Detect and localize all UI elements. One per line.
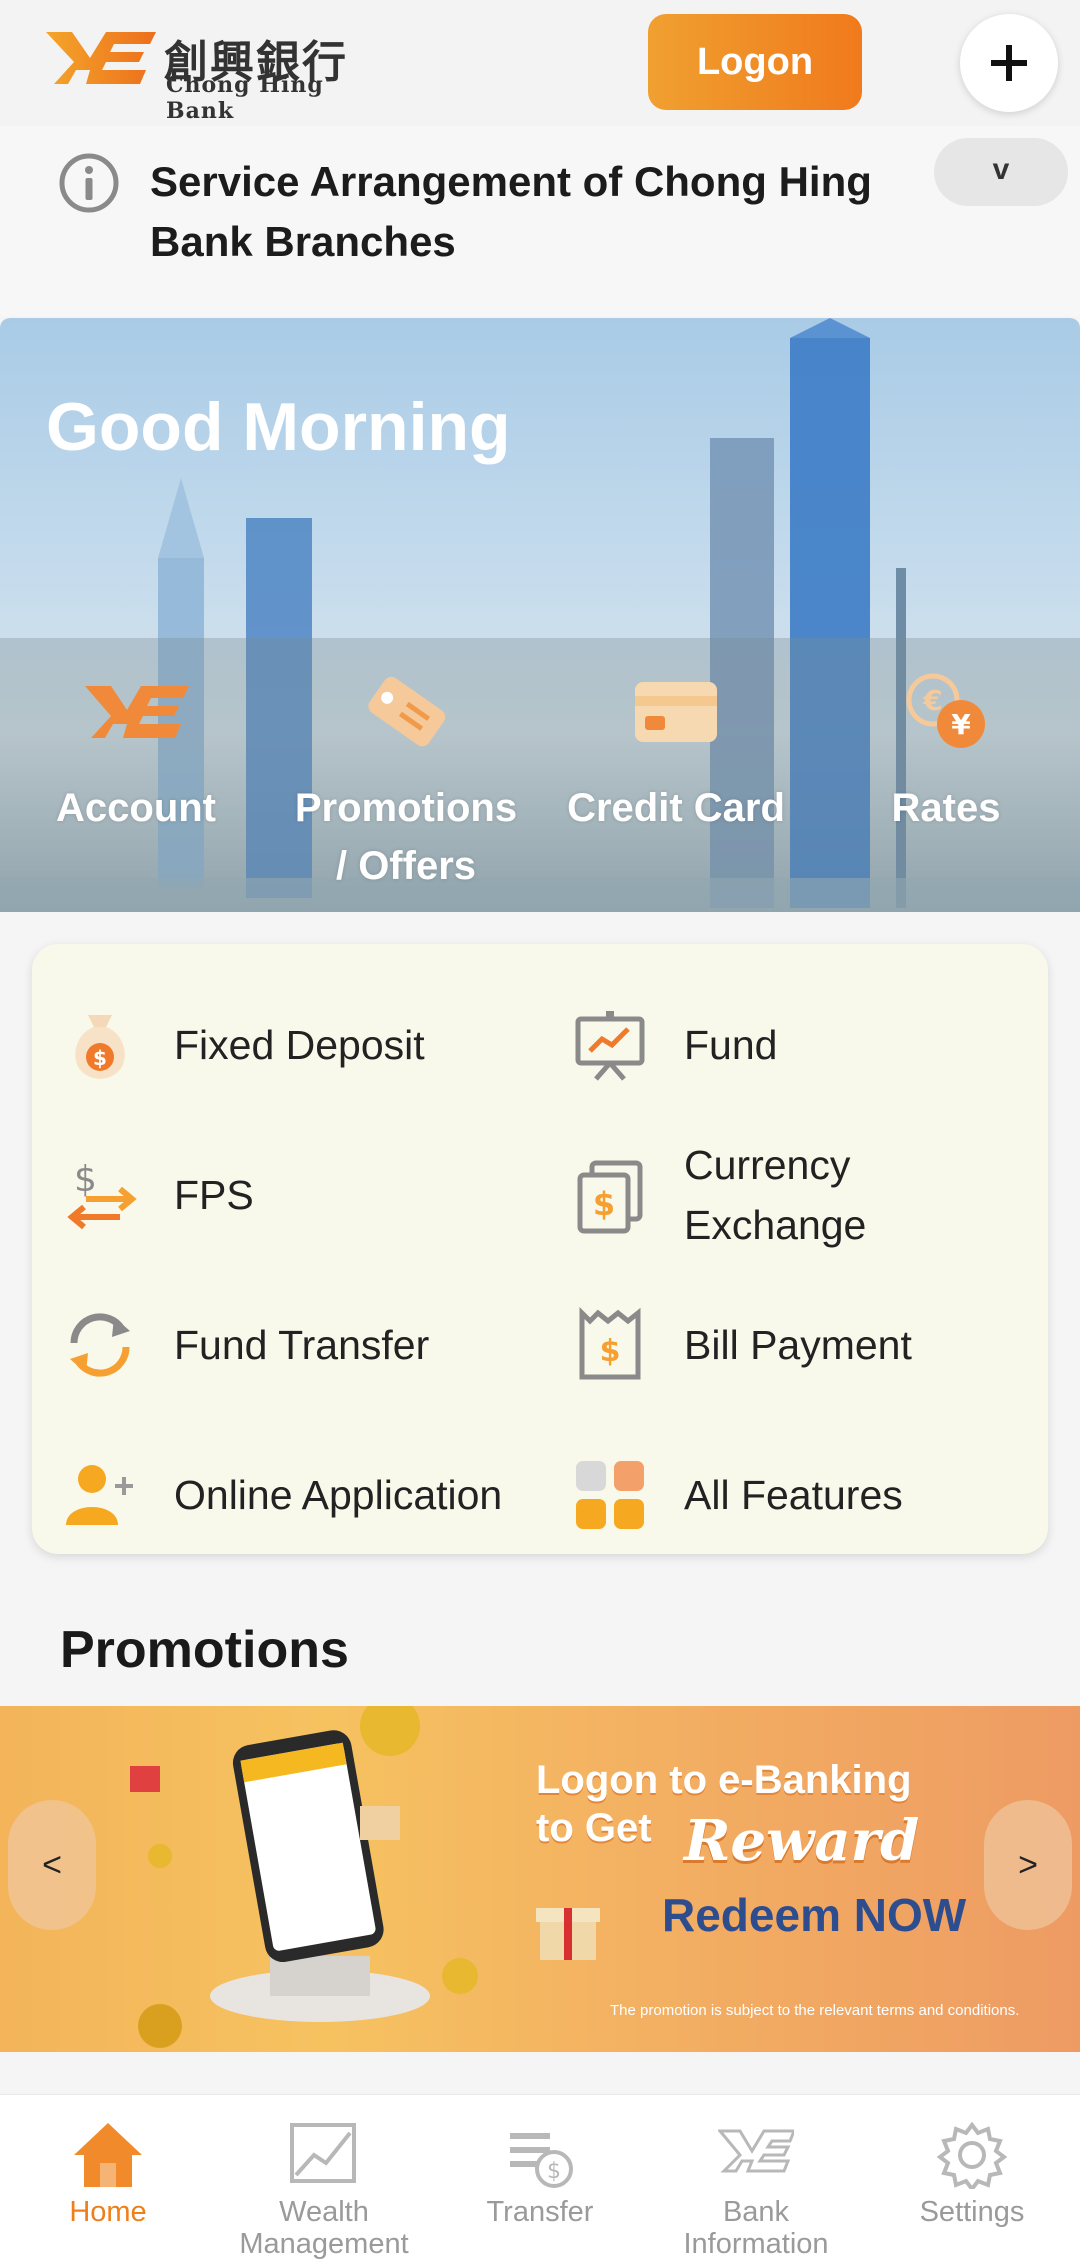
quick-link-label: Credit Card [567, 786, 785, 830]
svg-text:$: $ [74, 1159, 97, 1200]
add-user-icon [66, 1465, 133, 1525]
svg-text:¥: ¥ [951, 708, 971, 741]
transfer-icon: $ [510, 2133, 573, 2188]
refresh-arrows-icon [70, 1313, 130, 1377]
currency-exchange-icon: $ [577, 1160, 643, 1234]
nav-bank-information[interactable]: Bank Information [648, 2095, 864, 2260]
bank-info-icon [716, 2129, 797, 2173]
chart-board-icon [575, 1011, 645, 1081]
banner-headline-2: to Get [536, 1806, 652, 1850]
fps-transfer-icon: $ [67, 1159, 137, 1230]
bill-icon: $ [579, 1306, 641, 1380]
feature-label: FPS [174, 1172, 254, 1218]
quick-link-promotions[interactable]: Promotions / Offers [286, 668, 526, 895]
feature-fixed-deposit[interactable]: $ Fixed Deposit [32, 970, 532, 1120]
feature-label: All Features [684, 1472, 903, 1518]
feature-fund[interactable]: Fund [542, 970, 1042, 1120]
feature-label: Fund Transfer [174, 1322, 430, 1368]
notice-text[interactable]: Service Arrangement of Chong Hing Bank B… [150, 152, 890, 272]
bank-logo: 創興銀行 Chong Hing Bank [46, 28, 386, 124]
greeting-text: Good Morning [46, 389, 511, 465]
plus-icon [991, 45, 1027, 81]
bank-logo-icon [46, 32, 156, 84]
feature-currency-exchange[interactable]: $ Currency Exchange [542, 1120, 1042, 1270]
currency-rates-icon: € ¥ [906, 673, 985, 748]
quick-link-rates[interactable]: € ¥ Rates [826, 668, 1066, 837]
nav-home[interactable]: Home [0, 2095, 216, 2260]
promotion-banner[interactable]: Logon to e-Banking to Get Reward Redeem … [0, 1706, 1080, 2052]
feature-label: Bill Payment [684, 1322, 912, 1368]
feature-fund-transfer[interactable]: Fund Transfer [32, 1270, 532, 1420]
svg-text:$: $ [547, 2159, 561, 2184]
grid-icon [576, 1461, 644, 1529]
service-notice[interactable]: Service Arrangement of Chong Hing Bank B… [0, 126, 1080, 316]
banner-reward: Reward [684, 1808, 920, 1874]
feature-panel: $ Fixed Deposit Fund $ FPS $ Currency Ex… [32, 944, 1048, 1554]
quick-link-label: Account [56, 786, 216, 830]
nav-transfer[interactable]: $ Transfer [432, 2095, 648, 2260]
banner-headline: Logon to e-Banking [536, 1758, 912, 1802]
feature-online-application[interactable]: Online Application [32, 1420, 532, 1570]
nav-wealth-management[interactable]: Wealth Management [216, 2095, 432, 2260]
quick-link-account[interactable]: Account [16, 668, 256, 837]
nav-label: Transfer [486, 2196, 594, 2228]
logo-english-text: Chong Hing Bank [166, 72, 324, 124]
feature-label: Currency Exchange [684, 1142, 867, 1248]
notice-expand-toggle[interactable]: v [934, 138, 1068, 206]
nav-settings[interactable]: Settings [864, 2095, 1080, 2260]
credit-card-icon [635, 682, 717, 742]
svg-text:$: $ [93, 1046, 107, 1070]
nav-label: Bank Information [683, 2196, 829, 2260]
quick-link-label: Promotions / Offers [294, 786, 518, 888]
feature-all-features[interactable]: All Features [542, 1420, 1042, 1570]
add-button[interactable] [960, 14, 1058, 112]
nav-label: Settings [919, 2196, 1025, 2228]
svg-text:€: € [922, 684, 942, 717]
wealth-chart-icon [290, 2123, 356, 2183]
quick-link-credit-card[interactable]: Credit Card [556, 668, 796, 837]
info-icon [59, 153, 119, 213]
feature-bill-payment[interactable]: $ Bill Payment [542, 1270, 1042, 1420]
logon-button[interactable]: Logon [648, 14, 862, 110]
tag-icon [368, 676, 446, 747]
svg-text:$: $ [600, 1334, 621, 1369]
quick-link-label: Rates [891, 786, 1001, 830]
feature-label: Fund [684, 1022, 778, 1068]
settings-gear-icon [936, 2121, 1008, 2193]
app-header: 創興銀行 Chong Hing Bank Logon [0, 0, 1080, 126]
bottom-navigation: Home Wealth Management $ Transfer Bank I… [0, 2094, 1080, 2260]
greeting-hero: Good Morning Account Promotions / Offers… [0, 318, 1080, 912]
nav-label: Wealth Management [239, 2196, 409, 2260]
banner-cta[interactable]: Redeem NOW [662, 1888, 966, 1942]
nav-label: Home [69, 2196, 147, 2228]
feature-label: Online Application [174, 1472, 503, 1518]
banner-terms: The promotion is subject to the relevant… [610, 2002, 1020, 2019]
gift-box-icon [536, 1908, 600, 1960]
carousel-next-button[interactable]: > [984, 1800, 1072, 1930]
home-icon [74, 2123, 142, 2187]
feature-fps[interactable]: $ FPS [32, 1120, 532, 1270]
svg-text:$: $ [593, 1185, 615, 1223]
feature-label: Fixed Deposit [174, 1022, 425, 1068]
money-bag-icon: $ [75, 1015, 125, 1079]
promotions-heading: Promotions [60, 1621, 349, 1679]
carousel-prev-button[interactable]: < [8, 1800, 96, 1930]
bank-logo-icon [85, 686, 189, 738]
